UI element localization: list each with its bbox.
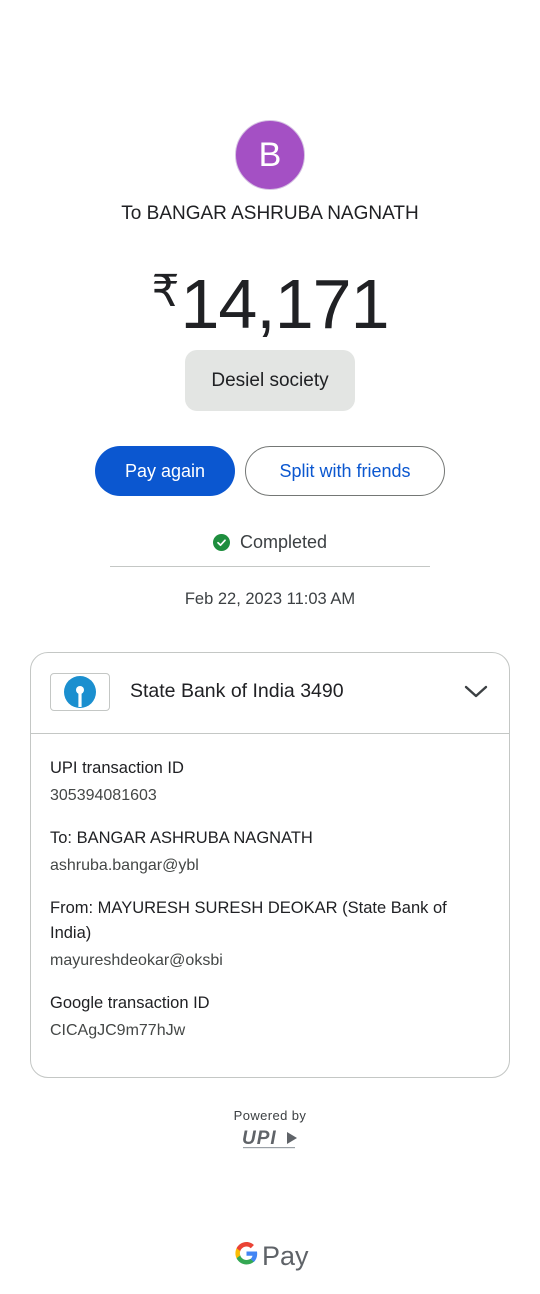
field-label: From: MAYURESH SURESH DEOKAR (State Bank… [50,899,447,942]
upi-logo: UPI [241,1127,301,1151]
avatar-letter: B [258,135,282,174]
amount-value: 14,171 [180,265,389,343]
status-row: Completed [0,532,540,553]
upi-transaction-id-field: UPI transaction ID 305394081603 [50,756,490,806]
field-label: UPI transaction ID [50,759,184,777]
google-pay-brand: Pay [234,1238,309,1274]
field-value: mayureshdeokar@oksbi [50,952,223,969]
google-transaction-id-field: Google transaction ID CICAgJC9m77hJw [50,991,490,1041]
status-label: Completed [239,532,328,552]
payment-note: Desiel society [185,350,355,411]
transaction-datetime: Feb 22, 2023 11:03 AM [184,590,356,608]
payment-amount: ₹14,171 [0,252,540,344]
google-g-icon [234,1241,259,1271]
recipient-avatar: B [235,120,305,190]
recipient-title: To BANGAR ASHRUBA NAGNATH [121,203,419,224]
split-with-friends-button[interactable]: Split with friends [245,446,445,496]
to-account-field: To: BANGAR ASHRUBA NAGNATH ashruba.banga… [50,826,490,876]
details-list: UPI transaction ID 305394081603 To: BANG… [31,734,509,1041]
transaction-details-card: State Bank of India 3490 UPI transaction… [30,652,510,1078]
field-value: ashruba.bangar@ybl [50,857,199,874]
currency-symbol: ₹ [151,267,179,316]
sbi-logo-icon [50,673,110,711]
field-value: 305394081603 [50,787,157,804]
transaction-details-screen: B To BANGAR ASHRUBA NAGNATH ₹14,171 Desi… [0,0,540,1294]
bank-account-name: State Bank of India 3490 [130,680,344,702]
check-circle-icon [212,534,230,551]
from-account-field: From: MAYURESH SURESH DEOKAR (State Bank… [50,896,490,971]
field-value: CICAgJC9m77hJw [50,1022,186,1039]
bank-account-header[interactable]: State Bank of India 3490 [31,653,509,734]
divider [110,566,430,567]
chevron-down-icon[interactable] [461,681,491,703]
pay-again-button[interactable]: Pay again [95,446,235,496]
google-pay-text: Pay [262,1240,309,1271]
svg-text:UPI: UPI [242,1128,277,1149]
powered-by-label: Powered by [233,1108,307,1123]
field-label: To: BANGAR ASHRUBA NAGNATH [50,829,313,847]
field-label: Google transaction ID [50,994,210,1012]
